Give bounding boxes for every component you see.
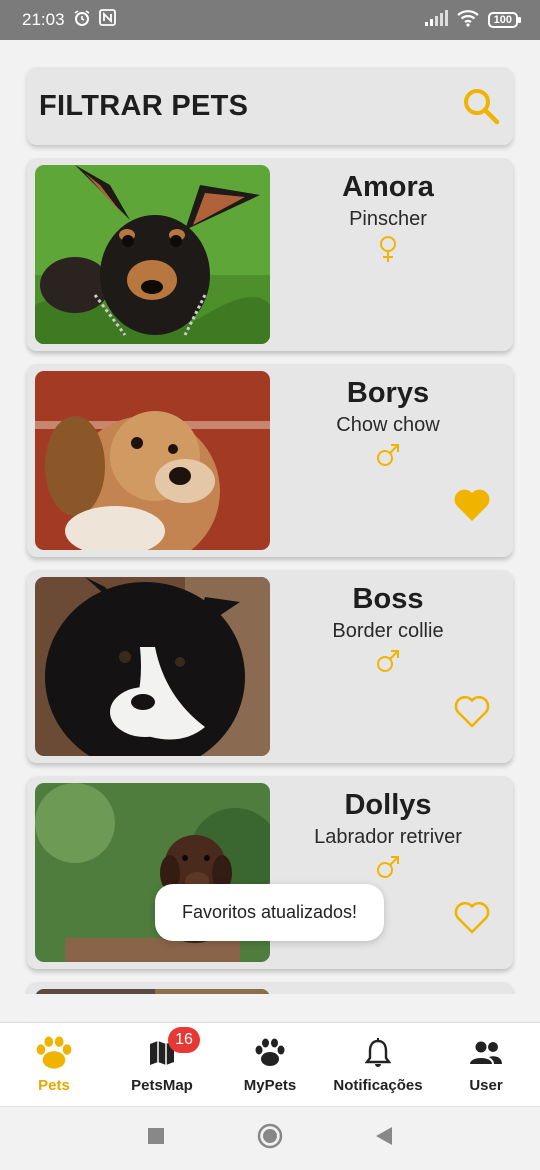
filter-header: FILTRAR PETS [27,67,513,145]
pet-name: Boss [352,583,424,615]
search-icon [464,89,500,125]
favorite-button[interactable] [453,693,491,729]
status-bar: 21:03 100 [0,0,540,40]
pet-card[interactable] [27,982,513,994]
pet-info: Boss Border collie [289,582,487,680]
pet-name: Borys [346,377,430,409]
pet-photo [35,989,270,994]
pet-breed: Border collie [332,620,444,642]
users-icon [466,1035,506,1071]
pet-info: Borys Chow chow [289,376,487,474]
pet-card[interactable]: Amora Pinscher [27,158,513,351]
pet-photo [35,165,270,344]
bottom-navigation: Pets 16 PetsMap MyPets Notificações User [0,1022,540,1106]
pet-card[interactable]: Borys Chow chow [27,364,513,557]
nfc-icon [98,9,116,31]
nav-item-notificacoes[interactable]: Notificações [324,1023,432,1106]
nav-label: Pets [38,1077,70,1094]
bell-icon [358,1035,398,1071]
nav-label: Notificações [333,1077,423,1094]
pet-card[interactable]: Boss Border collie [27,570,513,763]
heart-outline-icon [454,695,490,728]
pet-info: Dollys Labrador retriver [289,788,487,886]
nav-item-pets[interactable]: Pets [0,1023,108,1106]
nav-label: MyPets [243,1077,297,1094]
nav-label: User [469,1077,503,1094]
home-button[interactable] [257,1123,283,1154]
status-time: 21:03 [22,10,65,29]
pet-breed: Chow chow [336,414,440,436]
male-icon [377,856,399,878]
favorite-button[interactable] [453,487,491,523]
nav-item-petsmap[interactable]: 16 PetsMap [108,1023,216,1106]
pet-breed: Pinscher [349,208,427,230]
battery-indicator: 100 [487,12,522,28]
favorite-button[interactable] [453,899,491,935]
nav-item-user[interactable]: User [432,1023,540,1106]
heart-filled-icon [454,489,490,521]
system-navigation [0,1106,540,1170]
pet-info: Amora Pinscher [289,170,487,268]
back-button[interactable] [375,1126,393,1151]
nav-label: PetsMap [131,1077,193,1094]
female-icon [380,236,396,262]
heart-outline-icon [454,901,490,934]
pet-name: Amora [342,171,434,203]
paw-icon [250,1035,290,1071]
pet-photo [35,371,270,550]
pet-breed: Labrador retriver [314,826,462,848]
search-button[interactable] [461,86,501,126]
notification-badge: 16 [168,1027,200,1053]
male-icon [377,444,399,466]
pet-name: Dollys [344,789,432,821]
pet-photo [35,577,270,756]
page-title: FILTRAR PETS [39,89,249,122]
male-icon [377,650,399,672]
pet-list[interactable]: Amora Pinscher Borys Chow chow Boss Bord… [0,158,540,994]
paw-icon [34,1035,74,1071]
nav-item-mypets[interactable]: MyPets [216,1023,324,1106]
recent-apps-button[interactable] [147,1127,165,1150]
toast-message: Favoritos atualizados! [155,884,384,941]
wifi-icon [456,9,480,32]
signal-icon [424,9,448,31]
alarm-icon [73,9,91,32]
